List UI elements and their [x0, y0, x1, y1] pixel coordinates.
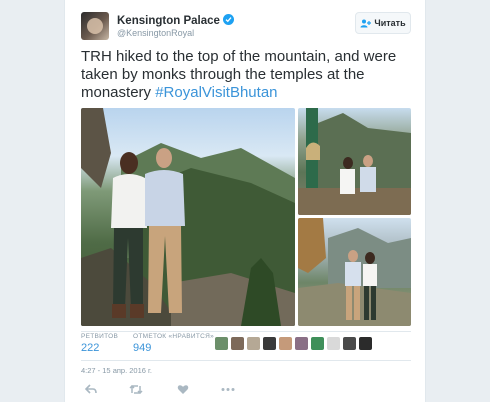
retweets-label: РЕТВИТОВ [81, 333, 119, 340]
reply-icon[interactable] [84, 382, 97, 400]
more-dots-icon[interactable] [221, 382, 235, 400]
tweet-media [81, 108, 411, 326]
avatar-face [87, 18, 103, 34]
hashtag-link[interactable]: #RoyalVisitBhutan [155, 84, 277, 101]
tweet-actions [81, 382, 411, 396]
verified-badge-icon [222, 14, 234, 25]
photo-standing-couple[interactable] [298, 218, 411, 326]
likes-label: ОТМЕТОК «НРАВИТСЯ» [133, 333, 215, 340]
liker-avatar[interactable] [279, 337, 292, 350]
retweets-count: 222 [81, 342, 100, 354]
liker-avatar[interactable] [215, 337, 228, 350]
likes-stat[interactable]: ОТМЕТОК «НРАВИТСЯ» 949 [133, 333, 214, 354]
liker-avatar[interactable] [327, 337, 340, 350]
liker-avatar[interactable] [359, 337, 372, 350]
photo-standing-couple-art [298, 218, 411, 326]
liker-avatar[interactable] [311, 337, 324, 350]
retweets-stat[interactable]: РЕТВИТОВ 222 [81, 333, 118, 354]
add-person-icon [360, 19, 372, 28]
liker-avatar[interactable] [343, 337, 356, 350]
tweet-stats: РЕТВИТОВ 222 ОТМЕТОК «НРАВИТСЯ» 949 [81, 333, 411, 357]
author-name-row[interactable]: Kensington Palace [117, 14, 234, 27]
photo-mountain-view[interactable] [81, 108, 295, 326]
stats-divider-top [81, 331, 411, 332]
retweet-icon[interactable] [129, 382, 143, 400]
liker-avatar[interactable] [247, 337, 260, 350]
tweet-card: Kensington Palace @KensingtonRoyal Читат… [64, 0, 426, 402]
author-name[interactable]: Kensington Palace [117, 15, 220, 27]
likes-count: 949 [133, 342, 152, 354]
photo-mountain-view-art [81, 108, 295, 326]
stats-divider-bottom [81, 360, 411, 361]
liker-avatar[interactable] [263, 337, 276, 350]
author-handle[interactable]: @KensingtonRoyal [117, 28, 194, 38]
follow-label: Читать [374, 18, 406, 28]
tweet-timestamp[interactable]: 4:27 - 15 апр. 2016 г. [81, 366, 152, 375]
heart-icon[interactable] [177, 382, 189, 400]
photo-seated-couple-art [298, 108, 411, 215]
author-avatar[interactable] [81, 12, 109, 40]
tweet-text: TRH hiked to the top of the mountain, an… [81, 48, 411, 102]
tweet-header: Kensington Palace @KensingtonRoyal Читат… [81, 12, 411, 48]
liker-avatar[interactable] [231, 337, 244, 350]
follow-button[interactable]: Читать [355, 12, 411, 34]
liker-avatar[interactable] [295, 337, 308, 350]
photo-seated-couple[interactable] [298, 108, 411, 215]
